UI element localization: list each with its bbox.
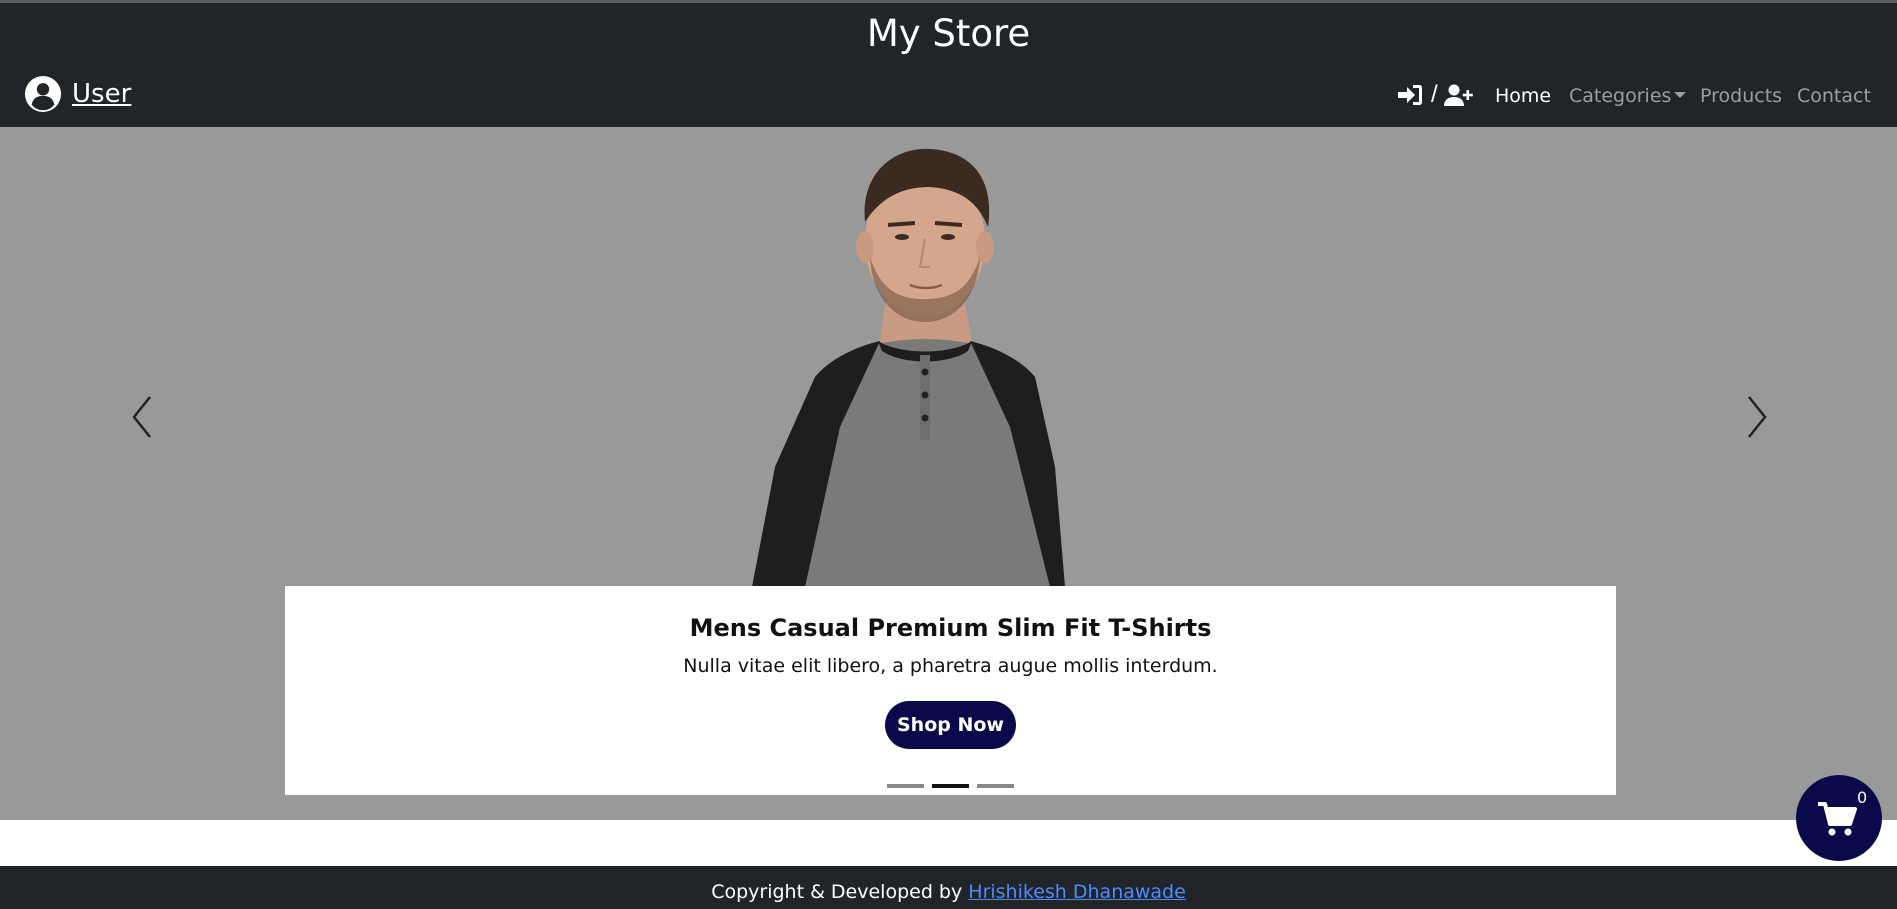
caption-title: Mens Casual Premium Slim Fit T-Shirts [689,614,1212,642]
user-label[interactable]: User [72,79,131,109]
shopping-cart-icon [1818,802,1857,836]
nav-contact[interactable]: Contact [1797,82,1871,110]
nav-products[interactable]: Products [1700,82,1782,110]
shop-now-button[interactable]: Shop Now [885,701,1016,749]
footer: Copyright & Developed by Hrishikesh Dhan… [0,866,1897,909]
nav-categories-label: Categories [1569,85,1672,107]
nav-categories[interactable]: Categories [1569,82,1687,110]
carousel-caption: Mens Casual Premium Slim Fit T-Shirts Nu… [285,586,1616,795]
navbar: My Store User / Home Categories Products… [0,3,1897,127]
nav-home[interactable]: Home [1495,82,1551,110]
user-circle-icon [24,75,62,113]
user-link[interactable]: User [24,74,131,114]
developer-link[interactable]: Hrishikesh Dhanawade [968,881,1186,903]
carousel-indicator-3[interactable] [977,784,1014,788]
carousel-indicator-2[interactable] [932,784,969,788]
caption-text: Nulla vitae elit libero, a pharetra augu… [683,655,1218,677]
chevron-left-icon [132,396,151,438]
carousel-next-button[interactable] [1737,387,1777,447]
auth-links: / [1396,81,1473,109]
carousel-indicator-1[interactable] [887,784,924,788]
carousel-prev-button[interactable] [122,387,162,447]
cart-count-badge: 0 [1857,788,1868,807]
footer-text: Copyright & Developed by [711,881,963,903]
user-plus-icon[interactable] [1443,83,1473,107]
chevron-right-icon [1748,396,1767,438]
store-title[interactable]: My Store [0,12,1897,56]
carousel-indicators [887,784,1014,789]
caret-down-icon [1674,92,1687,98]
cart-button[interactable]: 0 [1796,775,1882,861]
auth-separator: / [1431,81,1438,108]
sign-in-icon[interactable] [1396,83,1424,107]
page: My Store User / Home Categories Products… [0,0,1897,909]
